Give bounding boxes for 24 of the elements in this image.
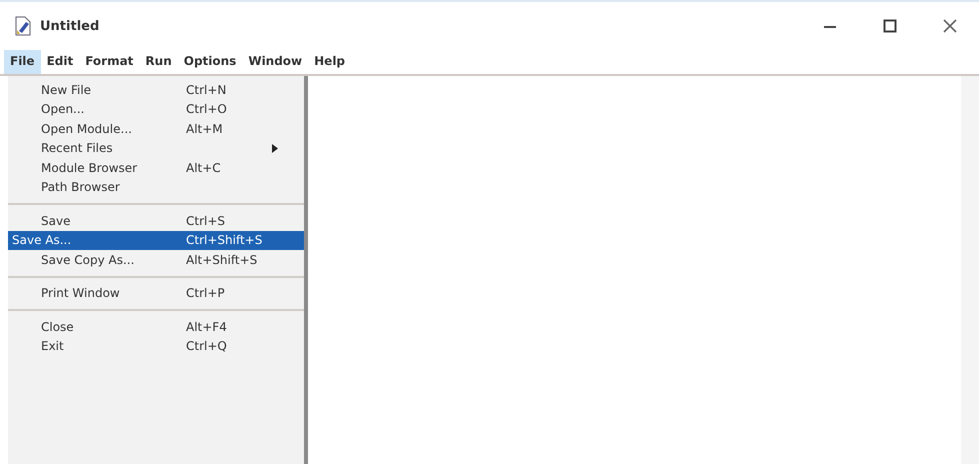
menu-bar-item[interactable]: Options <box>178 50 242 74</box>
menu-bar-item[interactable]: Window <box>242 50 308 74</box>
menu-item[interactable]: Recent Files <box>8 138 304 158</box>
menu-item[interactable]: New File Ctrl+N <box>8 80 304 100</box>
menu-item[interactable]: Save Ctrl+S <box>8 211 304 230</box>
menu-item[interactable]: Close Alt+F4 <box>8 317 304 336</box>
menu-item[interactable]: Print Window Ctrl+P <box>8 284 304 303</box>
menu-item[interactable]: Open Module... Alt+M <box>8 119 304 138</box>
menu-bar-item[interactable]: Run <box>139 50 178 74</box>
menu-bar-item[interactable]: Help <box>308 50 352 74</box>
menu-bar-item[interactable]: Format <box>79 50 140 74</box>
menu-bar-item[interactable]: Edit <box>40 50 80 74</box>
menu-item[interactable]: Path Browser <box>8 178 304 197</box>
menu-bar-item[interactable]: File <box>4 50 41 74</box>
document-icon <box>14 16 32 36</box>
submenu-arrow-icon <box>272 144 278 153</box>
menu-item[interactable]: Module Browser Alt+C <box>8 158 304 178</box>
maximize-icon[interactable] <box>883 19 897 33</box>
menu-item[interactable]: Open... Ctrl+O <box>8 100 304 119</box>
menu-item[interactable]: Save Copy As... Alt+Shift+S <box>8 250 304 270</box>
close-icon[interactable] <box>943 19 957 33</box>
menu-item[interactable]: Save As... Ctrl+Shift+S <box>8 230 304 250</box>
menu-item[interactable]: Exit Ctrl+Q <box>8 336 304 356</box>
window-title: Untitled <box>40 18 100 34</box>
